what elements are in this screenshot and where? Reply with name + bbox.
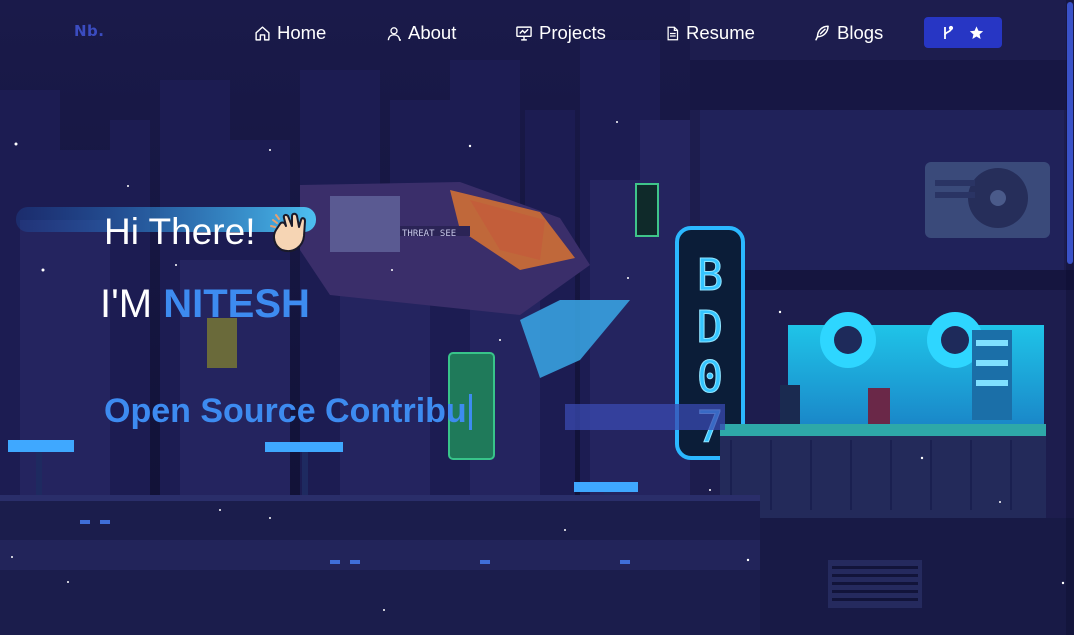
greeting-text: Hi There! xyxy=(104,211,256,252)
typed-text: Open Source Contribu xyxy=(104,392,467,430)
fork-icon xyxy=(943,25,953,39)
svg-text:D: D xyxy=(697,302,724,353)
nav-home-label: Home xyxy=(277,22,327,43)
navbar: Nb. Home About Projects Resume Blogs xyxy=(0,0,1074,64)
star-icon xyxy=(969,25,983,39)
nav-resume[interactable]: Resume xyxy=(665,20,755,46)
hero-greeting: Hi There! xyxy=(104,210,310,254)
typewriter-text: Open Source Contribu xyxy=(104,392,472,431)
scrollbar-thumb[interactable] xyxy=(1067,2,1073,264)
nav-about-label: About xyxy=(408,22,457,43)
nav-resume-label: Resume xyxy=(686,22,755,43)
nav-about[interactable]: About xyxy=(386,20,456,46)
hero-name-line: I'M NITESH xyxy=(100,282,310,327)
github-star-button[interactable] xyxy=(924,17,1002,48)
waving-hand-icon xyxy=(269,212,306,252)
scrollbar[interactable] xyxy=(1066,0,1074,635)
nav-home[interactable]: Home xyxy=(254,20,326,46)
user-icon xyxy=(387,26,401,40)
nav-blogs[interactable]: Blogs xyxy=(813,20,883,46)
document-icon xyxy=(667,26,679,40)
feather-icon xyxy=(815,25,829,41)
nav-projects[interactable]: Projects xyxy=(515,20,606,46)
typing-cursor xyxy=(468,393,472,430)
name-prefix: I'M xyxy=(100,282,153,326)
hero-name: NITESH xyxy=(163,282,310,326)
nav-projects-label: Projects xyxy=(539,22,606,43)
home-icon xyxy=(255,25,270,41)
svg-text:0: 0 xyxy=(697,352,724,403)
logo[interactable]: Nb. xyxy=(74,22,105,40)
svg-text:B: B xyxy=(697,250,724,301)
presentation-icon xyxy=(516,25,532,41)
nav-blogs-label: Blogs xyxy=(837,22,884,43)
svg-text:THREAT SEE: THREAT SEE xyxy=(402,229,456,239)
page: B D 0 7 xyxy=(0,0,1074,635)
